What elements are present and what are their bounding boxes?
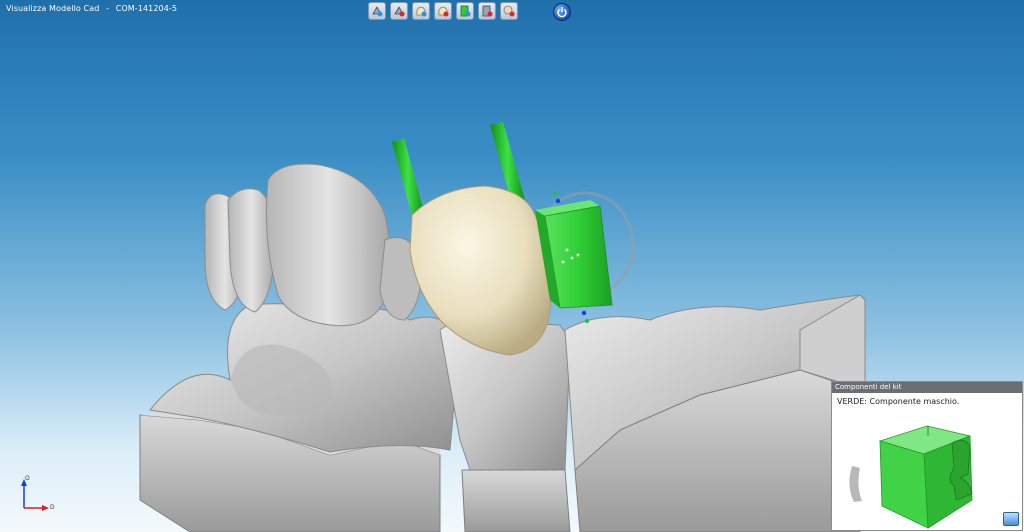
insertion-axis-left (392, 138, 424, 216)
kit-panel-description: VERDE: Componente maschio. (837, 397, 960, 406)
panel-toggle-button[interactable] (1003, 512, 1019, 526)
kit-panel-header: Componenti del kit (832, 382, 1022, 393)
axis-indicator: O D (21, 475, 55, 511)
kit-preview[interactable] (832, 406, 1022, 530)
axis-right-label: D (50, 504, 55, 511)
axis-up-label: O (25, 475, 30, 482)
kit-components-panel: Componenti del kit VERDE: Componente mas… (831, 381, 1023, 531)
